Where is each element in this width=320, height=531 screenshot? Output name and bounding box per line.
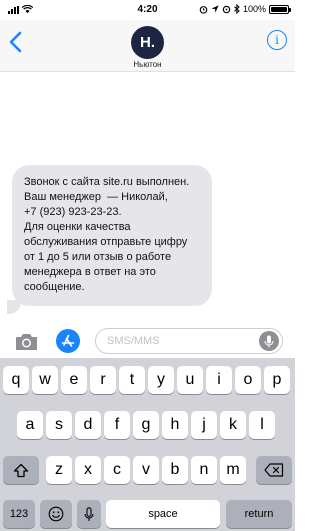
key-r[interactable]: r (90, 366, 116, 394)
message-line: Звонок с сайта site.ru выполнен. (24, 176, 190, 188)
key-v[interactable]: v (133, 456, 159, 484)
location-icon (211, 5, 219, 13)
message-text-field[interactable] (95, 328, 283, 354)
microphone-icon[interactable] (259, 331, 279, 351)
key-k[interactable]: k (220, 411, 246, 439)
key-x[interactable]: x (75, 456, 101, 484)
battery-icon (269, 4, 291, 14)
space-key[interactable]: space (106, 500, 220, 528)
delete-key[interactable] (256, 456, 292, 484)
key-y[interactable]: y (148, 366, 174, 394)
key-e[interactable]: e (61, 366, 87, 394)
key-l[interactable]: l (249, 411, 275, 439)
message-line: менеджера в ответ на это (24, 266, 156, 278)
key-p[interactable]: p (264, 366, 290, 394)
key-s[interactable]: s (46, 411, 72, 439)
key-j[interactable]: j (191, 411, 217, 439)
conversation-header: H. Ньютон i (0, 20, 295, 72)
key-q[interactable]: q (3, 366, 29, 394)
message-input-bar (0, 325, 295, 357)
key-u[interactable]: u (177, 366, 203, 394)
chevron-left-icon[interactable] (6, 30, 28, 54)
return-key[interactable]: return (226, 500, 292, 528)
key-g[interactable]: g (133, 411, 159, 439)
message-line: +7 (923) 923-23-23. (24, 206, 122, 218)
message-line: сообщение. (24, 281, 85, 293)
microphone-icon (84, 506, 94, 521)
contact-name[interactable]: Ньютон (0, 60, 295, 69)
key-b[interactable]: b (162, 456, 188, 484)
key-z[interactable]: z (46, 456, 72, 484)
dictation-key[interactable] (77, 500, 101, 528)
emoji-key[interactable] (40, 500, 72, 528)
key-d[interactable]: d (75, 411, 101, 439)
emoji-icon (48, 506, 64, 522)
battery-percent: 100% (242, 4, 266, 14)
numbers-key[interactable]: 123 (3, 500, 35, 528)
status-bar: 4:20 100% (0, 0, 295, 20)
message-line: Для оценки качества (24, 221, 131, 233)
key-a[interactable]: a (17, 411, 43, 439)
shift-key[interactable] (3, 456, 39, 484)
key-t[interactable]: t (119, 366, 145, 394)
message-line: Ваш менеджер — Николай, (24, 191, 168, 203)
message-bubble[interactable]: Звонок с сайта site.ru выполнен. Ваш мен… (12, 165, 212, 306)
app-store-glyph (61, 334, 75, 347)
info-icon[interactable]: i (267, 30, 287, 50)
camera-icon[interactable] (14, 332, 39, 351)
status-right: 100% (199, 4, 291, 14)
key-m[interactable]: m (220, 456, 246, 484)
key-c[interactable]: c (104, 456, 130, 484)
avatar[interactable]: H. (131, 26, 164, 59)
shift-icon (13, 463, 29, 477)
key-i[interactable]: i (206, 366, 232, 394)
microphone-glyph (264, 335, 274, 347)
key-n[interactable]: n (191, 456, 217, 484)
key-h[interactable]: h (162, 411, 188, 439)
key-f[interactable]: f (104, 411, 130, 439)
message-line: обслуживания отправьте цифру (24, 236, 188, 248)
app-store-icon[interactable] (56, 329, 80, 353)
bluetooth-icon (234, 4, 240, 14)
delete-icon (264, 463, 284, 477)
key-w[interactable]: w (32, 366, 58, 394)
alarm-icon (199, 5, 208, 14)
alarm-icon (222, 5, 231, 13)
key-o[interactable]: o (235, 366, 261, 394)
keyboard: q w e r t y u i o p a s d f g h j k l z … (0, 358, 295, 531)
message-line: от 1 до 5 или отзыв о работе (24, 251, 172, 263)
message-input[interactable] (96, 329, 246, 353)
